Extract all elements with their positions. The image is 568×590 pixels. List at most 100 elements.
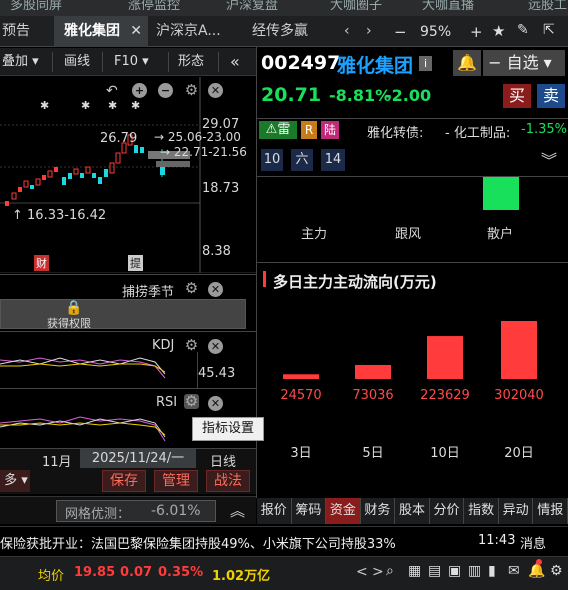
- gear-icon[interactable]: ⚙: [184, 394, 199, 409]
- news-more[interactable]: 消息: [520, 533, 546, 552]
- share-icon[interactable]: ⇱: [543, 22, 555, 38]
- next-icon[interactable]: >: [372, 564, 384, 580]
- zoom-out-circle-icon[interactable]: −: [158, 83, 173, 98]
- menu-item[interactable]: 远股工: [528, 0, 567, 13]
- hk-connect-tag[interactable]: 陆: [321, 121, 339, 139]
- flow-category-label-1: 5日: [362, 446, 383, 461]
- unlock-button[interactable]: 🔒 获得权限: [0, 299, 246, 330]
- gear-icon[interactable]: ⚙: [184, 83, 199, 98]
- collapse-icon[interactable]: «: [230, 52, 240, 72]
- message-icon[interactable]: ✉: [508, 563, 520, 579]
- bell-icon[interactable]: 🔔: [528, 563, 545, 579]
- menu-item[interactable]: 大咖直播: [422, 0, 474, 13]
- chart-icon[interactable]: ▥: [468, 563, 481, 579]
- tooltip: 指标设置: [192, 417, 264, 441]
- chevron-down-icon[interactable]: ︾: [541, 147, 557, 171]
- scroll-right-icon[interactable]: ›: [366, 23, 372, 39]
- sell-button[interactable]: 卖: [537, 84, 565, 108]
- settings-icon[interactable]: ⚙: [550, 563, 563, 579]
- gear-icon[interactable]: ⚙: [184, 281, 199, 296]
- date-bar: 11月 2025/11/24/一 日线: [0, 448, 256, 470]
- expand-up-icon[interactable]: ︽: [230, 500, 245, 521]
- undo-icon[interactable]: ↶: [106, 83, 118, 99]
- grid-icon[interactable]: ▦: [408, 563, 421, 579]
- rsi-panel[interactable]: RSI ⚙ ✕ 指标设置: [0, 388, 264, 448]
- date-cursor: 2025/11/24/一: [80, 449, 196, 468]
- period-10-button[interactable]: 10: [261, 149, 283, 171]
- marker-ti[interactable]: 提: [128, 255, 143, 271]
- multi-day-flow-panel: 多日主力主动流向(万元) 24570 3日 73036 5日 223629 10日 3020…: [257, 263, 568, 497]
- right-tab-3[interactable]: 财务: [360, 498, 396, 524]
- industry[interactable]: - 化工制品:: [445, 122, 510, 141]
- news-text[interactable]: 保险获批开业：法国巴黎保险集团持股49%、小米旗下公司持股33%: [0, 533, 396, 552]
- search-icon[interactable]: ⌕: [386, 563, 394, 579]
- layout-icon[interactable]: ▤: [428, 563, 441, 579]
- manage-button[interactable]: 管理: [154, 470, 198, 492]
- window-icon[interactable]: ▣: [448, 563, 461, 579]
- retail-label: 散户: [487, 227, 514, 242]
- tab-forecast[interactable]: 预告: [0, 16, 52, 47]
- right-tab-6[interactable]: 指数: [464, 498, 499, 524]
- right-tab-4[interactable]: 股本: [395, 498, 430, 524]
- save-button[interactable]: 保存: [102, 470, 146, 492]
- convertible-bond[interactable]: 雅化转债:: [367, 122, 423, 141]
- tab-market[interactable]: 沪深京A...: [150, 16, 242, 47]
- bell-icon[interactable]: 🔔: [453, 50, 481, 76]
- right-tab-2[interactable]: 资金: [326, 498, 361, 524]
- avg-change: 0.07: [120, 565, 153, 580]
- grid-indicator[interactable]: 网格优测： -6.01%: [56, 500, 216, 522]
- menu-item[interactable]: 大咖圈子: [330, 0, 382, 13]
- period-14-button[interactable]: 14: [321, 149, 345, 171]
- star-icon[interactable]: ★: [492, 22, 505, 40]
- more-dropdown[interactable]: 多 ▾: [0, 470, 30, 492]
- bars-icon[interactable]: ▮: [488, 563, 496, 579]
- flow-category-label-2: 10日: [430, 446, 460, 461]
- close-icon[interactable]: ✕: [208, 339, 223, 354]
- right-tab-1[interactable]: 筹码: [291, 498, 327, 524]
- buy-button[interactable]: 买: [503, 84, 531, 108]
- close-icon[interactable]: ✕: [208, 83, 223, 98]
- annotation-range1: → 25.06-23.00: [154, 130, 241, 144]
- shape-button[interactable]: 形态: [178, 52, 204, 72]
- menu-item[interactable]: 涨停监控: [128, 0, 180, 13]
- zoom-level: 95%: [420, 24, 452, 40]
- strategy-button[interactable]: 战法: [206, 470, 250, 492]
- notification-dot: [536, 559, 542, 565]
- edit-icon[interactable]: ✎: [517, 22, 529, 38]
- thunder-tag[interactable]: ⚠雷: [259, 121, 297, 139]
- info-icon[interactable]: i: [419, 56, 432, 71]
- watchlist-button[interactable]: − 自选 ▾: [483, 50, 565, 76]
- period-six-button[interactable]: 六: [291, 149, 313, 171]
- f10-dropdown[interactable]: F10 ▾: [114, 52, 149, 72]
- tab-yahua[interactable]: 雅化集团 ✕: [54, 16, 148, 47]
- flow-bar-0: [283, 374, 319, 379]
- close-icon[interactable]: ✕: [208, 396, 223, 411]
- scroll-left-icon[interactable]: ‹: [344, 23, 350, 39]
- star-marker-icon: ✱: [131, 99, 141, 112]
- menu-item[interactable]: 多股同屏: [10, 0, 62, 13]
- overlay-dropdown[interactable]: 叠加 ▾: [2, 52, 39, 72]
- zoom-in-circle-icon[interactable]: +: [132, 83, 147, 98]
- draw-line-button[interactable]: 画线: [64, 52, 90, 72]
- news-bar[interactable]: 保险获批开业：法国巴黎保险集团持股49%、小米旗下公司持股33% 11:43 消…: [0, 526, 568, 554]
- menu-item[interactable]: 沪深复盘: [226, 0, 278, 13]
- zoom-out-icon[interactable]: −: [394, 23, 407, 41]
- r-tag[interactable]: R: [301, 121, 317, 139]
- gear-icon[interactable]: ⚙: [184, 338, 199, 353]
- tab-jingchuan[interactable]: 经传多赢: [252, 16, 332, 47]
- right-tab-7[interactable]: 异动: [498, 498, 534, 524]
- tab-close-icon[interactable]: ✕: [130, 16, 142, 47]
- right-tab-0[interactable]: 报价: [257, 498, 292, 524]
- season-title: 捕捞季节: [122, 285, 175, 300]
- industry-pct: -1.35%: [521, 122, 567, 137]
- marker-cai[interactable]: 财: [34, 255, 49, 271]
- zoom-in-icon[interactable]: +: [470, 23, 483, 41]
- stock-code: 002497: [261, 52, 341, 74]
- prev-icon[interactable]: <: [356, 564, 368, 580]
- right-tab-8[interactable]: 情报: [533, 498, 568, 524]
- season-panel: 捕捞季节 ⚙ ✕ 🔒 获得权限: [0, 274, 256, 331]
- right-tab-5[interactable]: 分价: [429, 498, 465, 524]
- close-icon[interactable]: ✕: [208, 282, 223, 297]
- kdj-panel[interactable]: KDJ ⚙ ✕ 45.43: [0, 331, 256, 389]
- kline-panel[interactable]: ↶ + − ⚙ ✕ ✱ ✱ ✱ ✱ 29.07 18.73 8.38 26.79…: [0, 77, 256, 273]
